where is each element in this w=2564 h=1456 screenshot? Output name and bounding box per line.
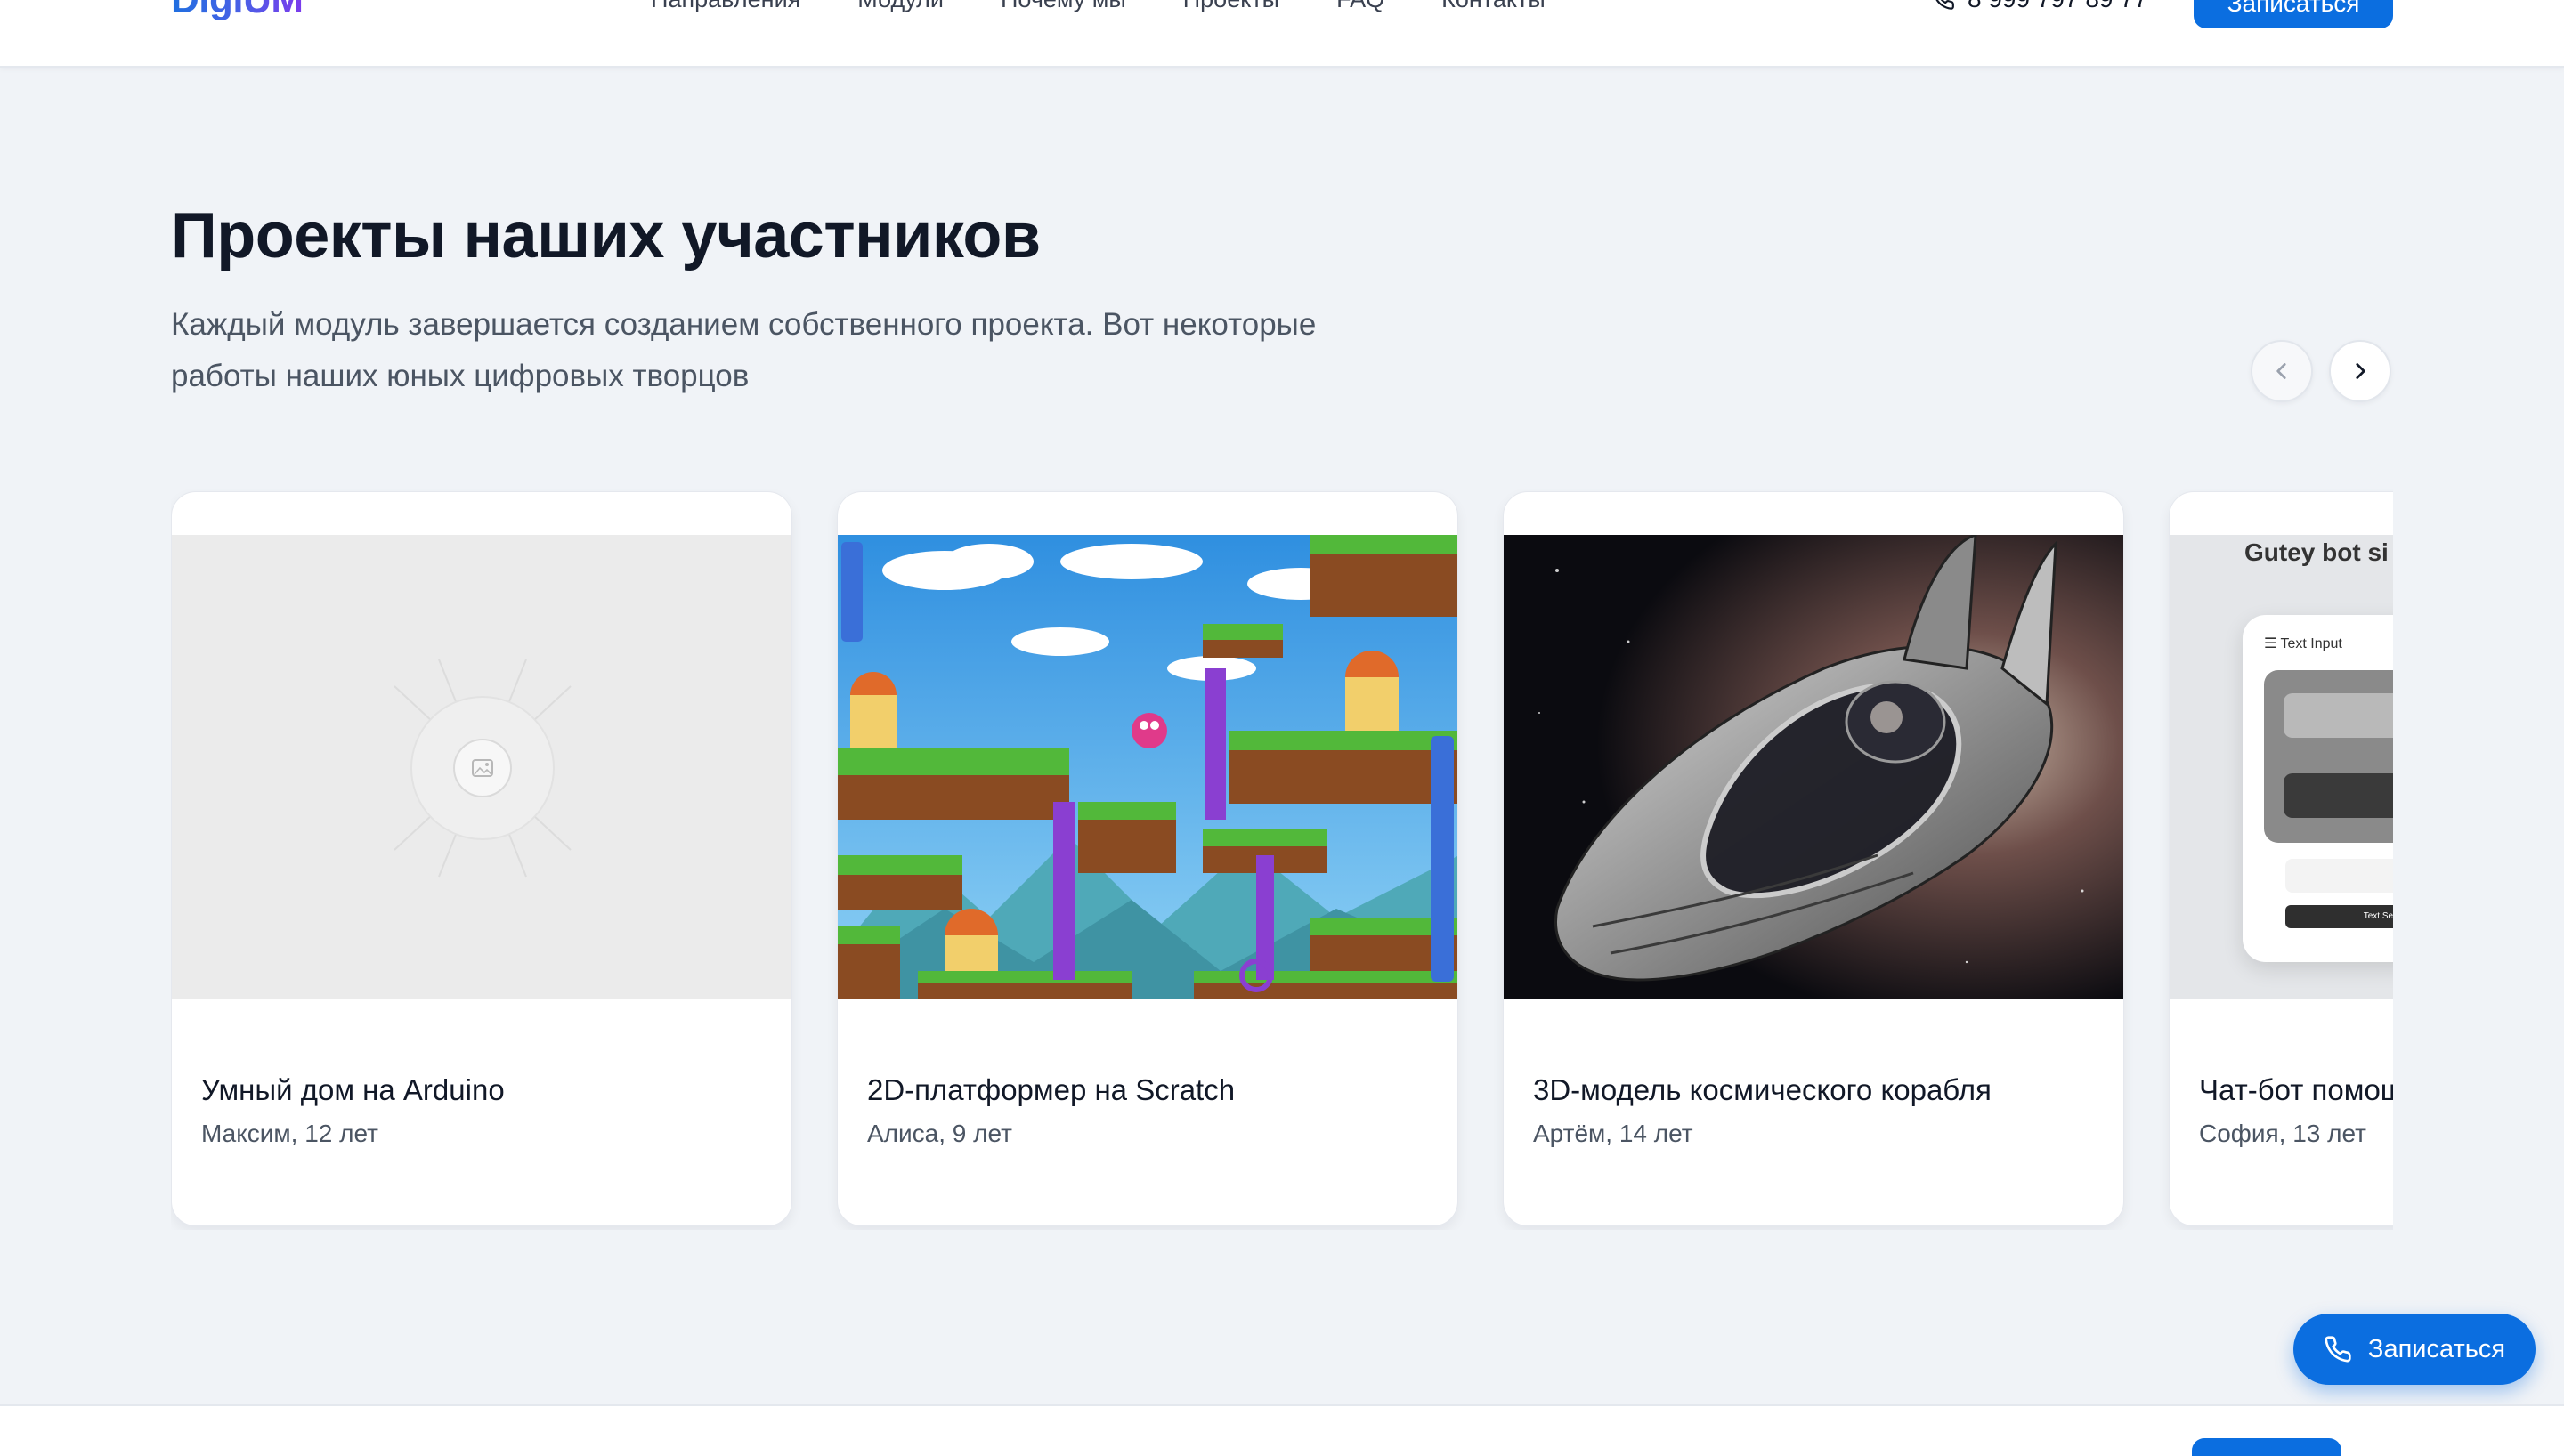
nav-item-modules[interactable]: Модули	[857, 0, 944, 12]
main-nav: Направления Модули Почему мы Проекты FAQ…	[651, 0, 1546, 12]
chevron-left-icon	[2276, 363, 2286, 379]
carousel-prev-button[interactable]	[2251, 340, 2313, 402]
nav-item-why-us[interactable]: Почему мы	[1001, 0, 1126, 12]
nav-item-contacts[interactable]: Контакты	[1441, 0, 1546, 12]
spaceship-render	[1504, 535, 2123, 999]
pixel-platformer-scene	[838, 535, 1457, 999]
section-title: Проекты наших участников	[171, 200, 1041, 271]
chatbot-mockup-panel: ☰ Text Input	[2264, 635, 2342, 652]
next-section	[0, 1404, 2564, 1456]
floating-signup-button[interactable]: Записаться	[2293, 1314, 2536, 1385]
project-image-placeholder	[172, 535, 791, 999]
project-author: София, 13 лет	[2199, 1120, 2366, 1147]
project-title: Умный дом на Arduino	[201, 1073, 505, 1106]
menu-icon: ☰	[2264, 636, 2277, 651]
project-card-spaceship[interactable]: 3D-модель космического корабля Артём, 14…	[1503, 491, 2124, 1226]
project-author: Максим, 12 лет	[201, 1120, 378, 1147]
phone-icon	[1935, 0, 1954, 10]
nav-item-projects[interactable]: Проекты	[1183, 0, 1279, 12]
header-signup-button[interactable]: Записаться	[2194, 0, 2393, 28]
project-card-smart-home[interactable]: Умный дом на Arduino Максим, 12 лет	[171, 491, 792, 1226]
projects-carousel: Умный дом на Arduino Максим, 12 лет 2D-п…	[171, 489, 2393, 1230]
project-author: Алиса, 9 лет	[867, 1120, 1012, 1147]
project-title: 2D-платформер на Scratch	[867, 1073, 1236, 1106]
carousel-next-button[interactable]	[2329, 340, 2391, 402]
project-card-platformer[interactable]: 2D-платформер на Scratch Алиса, 9 лет	[837, 491, 1458, 1226]
floating-signup-label: Записаться	[2367, 1334, 2506, 1363]
chatbot-mockup-phone: ☰ Text Input Text Send	[2243, 615, 2393, 962]
header-phone[interactable]: 8 999 797 89 77	[1932, 0, 2147, 12]
site-header: DigiUM Направления Модули Почему мы Прое…	[0, 0, 2564, 68]
project-card-chatbot[interactable]: Gutey bot si ☰ Text Input Text Send Чат-…	[2169, 491, 2393, 1226]
chevron-right-icon	[2356, 363, 2365, 379]
project-title: 3D-модель космического корабля	[1533, 1073, 1992, 1106]
logo[interactable]: DigiUM	[171, 0, 304, 20]
section-subtitle: Каждый модуль завершается созданием собс…	[171, 307, 1317, 393]
nav-item-directions[interactable]: Направления	[651, 0, 800, 12]
chatbot-ui-mockup: Gutey bot si ☰ Text Input Text Send	[2170, 535, 2393, 999]
phone-number: 8 999 797 89 77	[1968, 0, 2147, 12]
chatbot-mockup-send-button: Text Send	[2285, 905, 2393, 928]
next-section-button[interactable]	[2192, 1438, 2341, 1456]
chatbot-mockup-heading: Gutey bot si	[2244, 538, 2389, 566]
nav-item-faq[interactable]: FAQ	[1336, 0, 1384, 12]
phone-icon	[2325, 1336, 2351, 1363]
image-placeholder-icon	[394, 659, 572, 878]
project-author: Артём, 14 лет	[1533, 1120, 1693, 1147]
chatbot-mockup-panel-title: Text Input	[2280, 636, 2342, 651]
project-title: Чат-бот помощник	[2199, 1073, 2393, 1106]
